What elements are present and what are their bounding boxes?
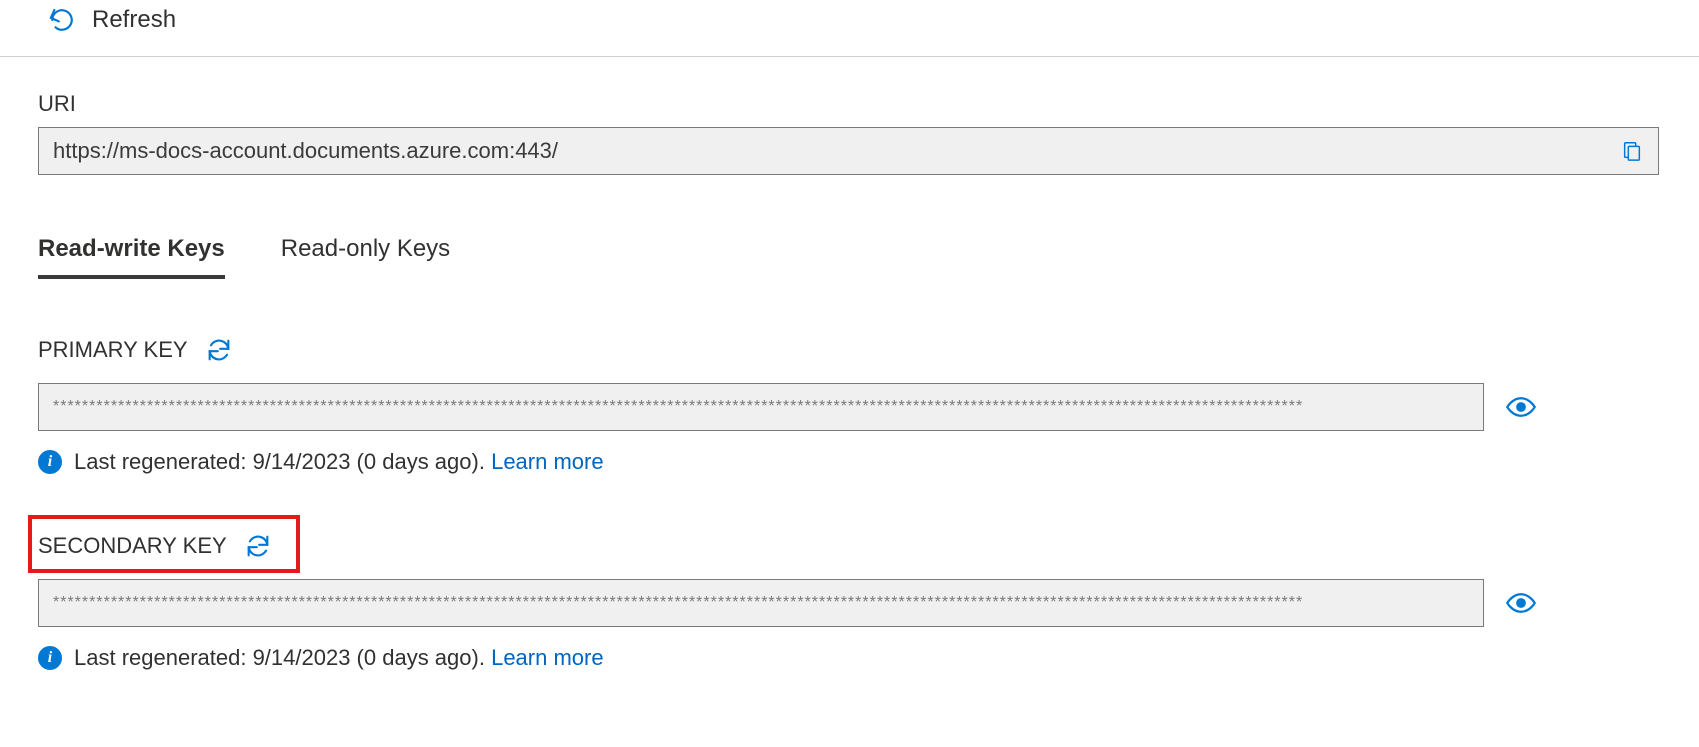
primary-key-input[interactable] <box>38 383 1484 431</box>
primary-key-heading: PRIMARY KEY <box>38 335 1659 365</box>
secondary-key-learn-more-link[interactable]: Learn more <box>491 645 604 670</box>
tab-read-write-keys[interactable]: Read-write Keys <box>38 235 225 279</box>
regenerate-icon[interactable] <box>204 335 234 365</box>
info-icon: i <box>38 646 62 670</box>
refresh-button[interactable]: Refresh <box>48 6 176 34</box>
primary-key-info-text: Last regenerated: 9/14/2023 (0 days ago)… <box>74 449 491 474</box>
copy-icon[interactable] <box>1615 139 1649 163</box>
uri-label: URI <box>38 91 1659 117</box>
primary-key-heading-label: PRIMARY KEY <box>38 337 188 363</box>
secondary-key-heading: SECONDARY KEY <box>38 531 1659 561</box>
eye-icon[interactable] <box>1504 396 1538 418</box>
refresh-label: Refresh <box>92 6 176 34</box>
secondary-key-input[interactable] <box>38 579 1484 627</box>
info-icon: i <box>38 450 62 474</box>
primary-key-learn-more-link[interactable]: Learn more <box>491 449 604 474</box>
regenerate-icon[interactable] <box>243 531 273 561</box>
uri-input[interactable] <box>38 127 1659 175</box>
tab-read-only-keys[interactable]: Read-only Keys <box>281 235 450 279</box>
eye-icon[interactable] <box>1504 592 1538 614</box>
refresh-icon <box>48 6 76 34</box>
secondary-key-info-text: Last regenerated: 9/14/2023 (0 days ago)… <box>74 645 491 670</box>
secondary-key-heading-label: SECONDARY KEY <box>38 533 227 559</box>
